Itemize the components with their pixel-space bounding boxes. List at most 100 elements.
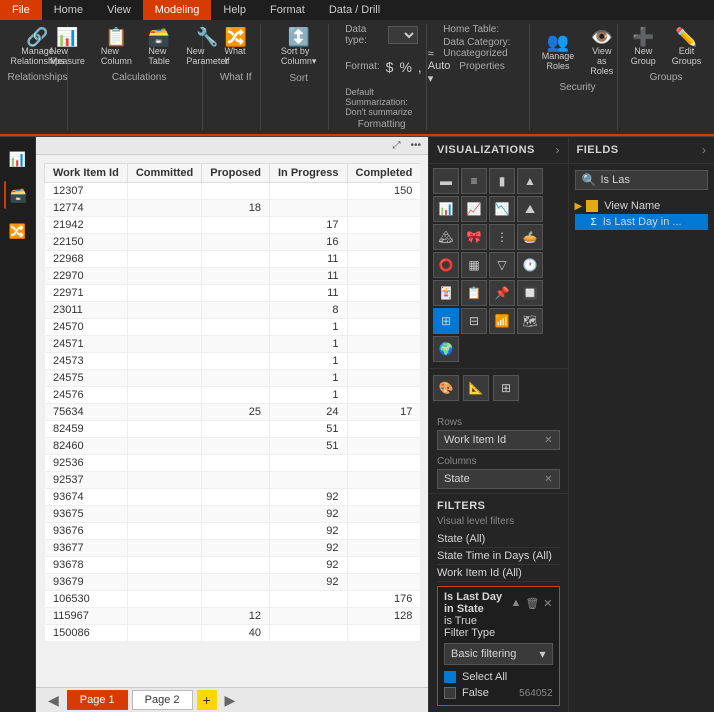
table-cell: 11 bbox=[270, 285, 348, 302]
data-view-button[interactable]: 🗃️ bbox=[4, 181, 32, 209]
page-prev-button[interactable]: ◀ bbox=[44, 692, 63, 709]
table-cell: 22970 bbox=[45, 268, 128, 285]
new-table-button[interactable]: 🗃️ NewTable bbox=[142, 24, 176, 70]
viz-stacked-bar-icon[interactable]: ▬ bbox=[433, 168, 459, 194]
viz-map-icon[interactable]: 🗺 bbox=[517, 308, 543, 334]
tab-view[interactable]: View bbox=[95, 0, 143, 20]
model-view-button[interactable]: 🔀 bbox=[4, 217, 32, 245]
fields-item-is-last-day[interactable]: Σ Is Last Day in ... bbox=[575, 214, 708, 230]
viz-kpi-icon[interactable]: 📌 bbox=[489, 280, 515, 306]
tab-format[interactable]: Format bbox=[258, 0, 317, 20]
filter-checkbox-select-all[interactable] bbox=[444, 671, 456, 683]
fields-item-sigma-icon: Σ bbox=[591, 217, 597, 228]
new-group-button[interactable]: ➕ NewGroup bbox=[625, 24, 662, 70]
viz-gauge-icon[interactable]: 🕐 bbox=[517, 252, 543, 278]
rows-field-remove[interactable]: ✕ bbox=[544, 435, 552, 446]
viz-filled-map-icon[interactable]: 🌍 bbox=[433, 336, 459, 362]
filter-close-icon[interactable]: ✕ bbox=[543, 597, 552, 610]
viz-table-icon[interactable]: ⊞ bbox=[433, 308, 459, 334]
data-type-select[interactable] bbox=[388, 26, 418, 44]
tab-help[interactable]: Help bbox=[211, 0, 258, 20]
viz-fields-icon[interactable]: ⊞ bbox=[493, 375, 519, 401]
table-cell bbox=[127, 523, 201, 540]
page-tab-2[interactable]: Page 2 bbox=[132, 690, 193, 710]
what-if-button[interactable]: 🔀 What If bbox=[218, 24, 252, 70]
tab-file[interactable]: File bbox=[0, 0, 42, 20]
manage-roles-button[interactable]: 👥 ManageRoles bbox=[536, 29, 581, 75]
columns-well-item[interactable]: State ✕ bbox=[437, 469, 560, 489]
category-label: Data Category: Uncategorized bbox=[443, 37, 521, 59]
rows-well-item[interactable]: Work Item Id ✕ bbox=[437, 430, 560, 450]
table-row: 92537484 bbox=[45, 472, 421, 489]
viz-analytics-icon[interactable]: 📐 bbox=[463, 375, 489, 401]
tab-home[interactable]: Home bbox=[42, 0, 95, 20]
page-tab-1[interactable]: Page 1 bbox=[67, 690, 128, 710]
view-as-label: View asRoles bbox=[590, 46, 613, 76]
sort-by-column-button[interactable]: ↕️ Sort byColumn▾ bbox=[275, 24, 323, 71]
table-cell: 11 bbox=[270, 251, 348, 268]
viz-slicer-icon[interactable]: 🔲 bbox=[517, 280, 543, 306]
filter-option-select-all[interactable]: Select All bbox=[444, 669, 553, 685]
viz-matrix-icon[interactable]: ⊟ bbox=[461, 308, 487, 334]
viz-funnel-icon[interactable]: ▽ bbox=[489, 252, 515, 278]
table-cell bbox=[347, 421, 420, 438]
filter-item-state[interactable]: State (All) bbox=[437, 531, 560, 548]
column-icon: 📋 bbox=[105, 28, 127, 46]
fields-search-input[interactable] bbox=[600, 174, 701, 186]
whatif-icon: 🔀 bbox=[224, 28, 246, 46]
table-cell bbox=[347, 489, 420, 506]
viz-panel-expand[interactable]: › bbox=[556, 143, 560, 157]
tab-data-drill[interactable]: Data / Drill bbox=[317, 0, 392, 20]
table-cell: 92 bbox=[270, 540, 348, 557]
more-options-button[interactable]: ••• bbox=[407, 139, 424, 152]
columns-field-remove[interactable]: ✕ bbox=[544, 474, 552, 485]
properties-group-label: Properties bbox=[459, 61, 505, 72]
table-cell bbox=[127, 438, 201, 455]
format-currency[interactable]: $ bbox=[386, 59, 394, 75]
viz-scatter-icon[interactable]: ⋮ bbox=[489, 224, 515, 250]
filter-option-false[interactable]: False 564052 bbox=[444, 685, 553, 701]
viz-waterfall-icon[interactable]: 📶 bbox=[489, 308, 515, 334]
table-cell: 25 bbox=[202, 404, 270, 421]
tab-modeling[interactable]: Modeling bbox=[143, 0, 212, 20]
viz-ribbon-icon[interactable]: 🎀 bbox=[461, 224, 487, 250]
viz-multirow-icon[interactable]: 📋 bbox=[461, 280, 487, 306]
filter-item-work-item-id[interactable]: Work Item Id (All) bbox=[437, 565, 560, 582]
table-row: 2297111 bbox=[45, 285, 421, 302]
viz-100-col-icon[interactable]: 📈 bbox=[461, 196, 487, 222]
table-cell: 51 bbox=[270, 438, 348, 455]
ribbon-group-properties: Home Table: Data Category: Uncategorized… bbox=[435, 24, 530, 130]
viz-stacked-area-icon[interactable]: 🏔 bbox=[433, 224, 459, 250]
filter-collapse-icon[interactable]: ▲ bbox=[510, 597, 521, 610]
new-column-button[interactable]: 📋 NewColumn bbox=[95, 24, 138, 70]
viz-stacked-col-icon[interactable]: ▲ bbox=[517, 168, 543, 194]
filter-checkbox-false[interactable] bbox=[444, 687, 456, 699]
viz-pie-icon[interactable]: 🥧 bbox=[517, 224, 543, 250]
viz-card-icon[interactable]: 🃏 bbox=[433, 280, 459, 306]
filter-item-state-time[interactable]: State Time in Days (All) bbox=[437, 548, 560, 565]
table-cell bbox=[202, 234, 270, 251]
new-measure-button[interactable]: 📊 NewMeasure bbox=[44, 24, 91, 70]
add-page-button[interactable]: + bbox=[197, 690, 217, 710]
viz-treemap-icon[interactable]: ▦ bbox=[461, 252, 487, 278]
format-comma[interactable]: , bbox=[418, 59, 422, 75]
viz-line-icon[interactable]: 📉 bbox=[489, 196, 515, 222]
fields-group-view-name-header[interactable]: ▶ View Name bbox=[575, 198, 708, 214]
filter-clear-icon[interactable]: 🗑 bbox=[525, 597, 539, 610]
report-view-button[interactable]: 📊 bbox=[4, 145, 32, 173]
table-cell bbox=[270, 455, 348, 472]
format-percent[interactable]: % bbox=[399, 59, 411, 75]
viz-donut-icon[interactable]: ⭕ bbox=[433, 252, 459, 278]
viz-clustered-col-icon[interactable]: 📊 bbox=[433, 196, 459, 222]
viz-paint-icon[interactable]: 🎨 bbox=[433, 375, 459, 401]
viz-area-icon[interactable]: ⛰ bbox=[517, 196, 543, 222]
viz-clustered-bar-icon[interactable]: ≡ bbox=[461, 168, 487, 194]
table-cell bbox=[347, 370, 420, 387]
filter-type-dropdown[interactable]: Basic filtering ▾ bbox=[444, 643, 553, 665]
focus-mode-button[interactable]: ⤢ bbox=[389, 139, 403, 152]
view-as-roles-button[interactable]: 👁️ View asRoles bbox=[584, 24, 619, 80]
fields-panel-expand[interactable]: › bbox=[702, 143, 706, 157]
page-next-button[interactable]: ▶ bbox=[221, 692, 240, 709]
edit-groups-button[interactable]: ✏️ EditGroups bbox=[666, 24, 708, 70]
viz-stacked-bar2-icon[interactable]: ▮ bbox=[489, 168, 515, 194]
